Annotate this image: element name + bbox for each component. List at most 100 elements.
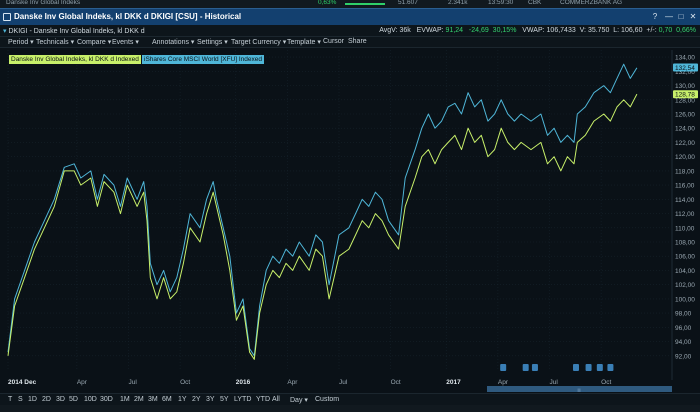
range-6m[interactable]: 6M	[162, 396, 172, 403]
menu-settings[interactable]: Settings ▾	[197, 38, 228, 46]
window-title: Danske Inv Global Indeks, kl DKK d DKIGI…	[14, 12, 242, 21]
menu-period[interactable]: Period ▾	[8, 38, 34, 46]
x-tick-label: Jul	[128, 379, 137, 386]
menu-template[interactable]: Template ▾	[287, 38, 321, 46]
range-s[interactable]: S	[18, 396, 23, 403]
range-ytd[interactable]: YTD	[256, 396, 270, 403]
range-2m[interactable]: 2M	[134, 396, 144, 403]
range-10d[interactable]: 10D	[84, 396, 97, 403]
x-tick-label: Oct	[601, 379, 611, 386]
range-lytd[interactable]: LYTD	[234, 396, 251, 403]
maximize-icon[interactable]: □	[676, 12, 686, 22]
y-tick-label: 126,00	[675, 112, 695, 119]
quote-stats: AvgV: 36k EVWAP: 91,24 -24,69 30,15% VWA…	[379, 27, 696, 34]
help-icon[interactable]: ?	[650, 12, 660, 22]
timeline-scrollbar[interactable]: |||	[487, 386, 672, 392]
ticker-change-bar	[345, 3, 385, 5]
range-selector-bar: T S 1D 2D 3D 5D 10D 30D 1M 2M 3M 6M 1Y 2Y 3Y 5Y LYTD YTD A…	[0, 393, 700, 405]
ticker-item: 0,63%	[318, 0, 337, 6]
range-2d[interactable]: 2D	[42, 396, 51, 403]
y-tick-label: 96,00	[675, 325, 692, 332]
menu-technicals[interactable]: Technicals ▾	[36, 38, 74, 46]
range-all[interactable]: All	[272, 396, 280, 403]
range-1y[interactable]: 1Y	[178, 396, 187, 403]
x-tick-label: Apr	[498, 379, 509, 386]
ticker-item: 51.607	[398, 0, 418, 6]
ticker-item: 2.341k	[448, 0, 468, 6]
quote-infobar: ▾ DKIGI - Danske Inv Global Indeks, kl D…	[0, 25, 700, 37]
last-value-label: 132,54	[675, 65, 695, 72]
ticker-item: COMMERZBANK AG	[560, 0, 623, 6]
range-3d[interactable]: 3D	[56, 396, 65, 403]
y-tick-label: 92,00	[675, 353, 692, 360]
scrollbar-grip-icon[interactable]: |||	[575, 387, 583, 392]
event-marker-icon	[531, 364, 538, 371]
event-marker-icon	[585, 364, 592, 371]
price-chart[interactable]: 134,00 132,00 130,00 128,00 126,00 124,00 122,…	[0, 48, 700, 386]
chart-svg[interactable]: 134,00132,00130,00128,00126,00124,00122,…	[0, 48, 700, 386]
range-5d[interactable]: 5D	[69, 396, 78, 403]
range-30d[interactable]: 30D	[100, 396, 113, 403]
range-2y[interactable]: 2Y	[192, 396, 201, 403]
x-tick-label: Jul	[339, 379, 348, 386]
menu-compare[interactable]: Compare ▾	[77, 38, 111, 46]
instrument-name: ▾ DKIGI - Danske Inv Global Indeks, kl D…	[3, 28, 145, 35]
chart-menubar: Period ▾ Technicals ▾ Compare ▾ Events ▾ Ann…	[0, 37, 700, 48]
event-marker-icon	[596, 364, 603, 371]
last-value-label: 128,78	[675, 92, 695, 99]
menu-target-currency[interactable]: Target Currency ▾	[231, 38, 286, 46]
footer-strip	[0, 405, 700, 412]
minimize-icon[interactable]: —	[664, 12, 674, 22]
x-tick-label: Oct	[180, 379, 190, 386]
menu-events[interactable]: Events ▾	[112, 38, 139, 46]
y-tick-label: 120,00	[675, 154, 695, 161]
y-tick-label: 118,00	[675, 168, 695, 175]
y-tick-label: 122,00	[675, 140, 695, 147]
ticker-strip: Danske Inv Global Indeks 0,63% 51.607 2.341…	[0, 0, 700, 8]
x-tick-label: 2014 Dec	[8, 379, 37, 386]
range-custom[interactable]: Custom	[315, 396, 339, 403]
y-tick-label: 104,00	[675, 268, 695, 275]
y-tick-label: 124,00	[675, 126, 695, 133]
y-tick-label: 112,00	[675, 211, 695, 218]
x-tick-label: Apr	[77, 379, 88, 386]
y-tick-label: 110,00	[675, 225, 695, 232]
range-3m[interactable]: 3M	[148, 396, 158, 403]
ticker-item: CBK	[528, 0, 542, 6]
y-tick-label: 116,00	[675, 183, 695, 190]
y-tick-label: 114,00	[675, 197, 695, 204]
range-5y[interactable]: 5Y	[220, 396, 229, 403]
series-line-ishares	[7, 63, 638, 357]
range-1d[interactable]: 1D	[28, 396, 37, 403]
y-tick-label: 100,00	[675, 296, 695, 303]
y-tick-label: 106,00	[675, 254, 695, 261]
x-tick-label: Jul	[550, 379, 559, 386]
close-icon[interactable]: ✕	[688, 12, 698, 22]
y-tick-label: 98,00	[675, 311, 692, 318]
range-day[interactable]: Day ▾	[290, 396, 308, 404]
y-tick-label: 134,00	[675, 55, 695, 62]
x-tick-label: 2016	[236, 379, 251, 386]
x-tick-label: Oct	[391, 379, 401, 386]
x-tick-label: 2017	[446, 379, 461, 386]
range-t[interactable]: T	[8, 396, 12, 403]
legend-series-ishares[interactable]: iShares Core MSCI World [XFU] Indexed	[142, 55, 265, 64]
range-1m[interactable]: 1M	[120, 396, 130, 403]
window-titlebar[interactable]: Danske Inv Global Indeks, kl DKK d DKIGI…	[0, 8, 700, 25]
window-icon	[3, 13, 11, 21]
menu-cursor[interactable]: Cursor	[323, 38, 344, 45]
legend-series-danske[interactable]: Danske Inv Global Indeks, kl DKK d Index…	[9, 55, 141, 64]
event-marker-icon	[522, 364, 529, 371]
event-marker-icon	[572, 364, 579, 371]
y-tick-label: 94,00	[675, 339, 692, 346]
ticker-item: Danske Inv Global Indeks	[6, 0, 81, 6]
range-3y[interactable]: 3Y	[206, 396, 215, 403]
series-line-danske	[7, 93, 638, 360]
x-tick-label: Apr	[287, 379, 298, 386]
ticker-item: 13:59:30	[488, 0, 514, 6]
menu-share[interactable]: Share	[348, 38, 367, 45]
event-marker-icon	[500, 364, 507, 371]
y-tick-label: 130,00	[675, 83, 695, 90]
menu-annotations[interactable]: Annotations ▾	[152, 38, 194, 46]
y-tick-label: 108,00	[675, 240, 695, 247]
